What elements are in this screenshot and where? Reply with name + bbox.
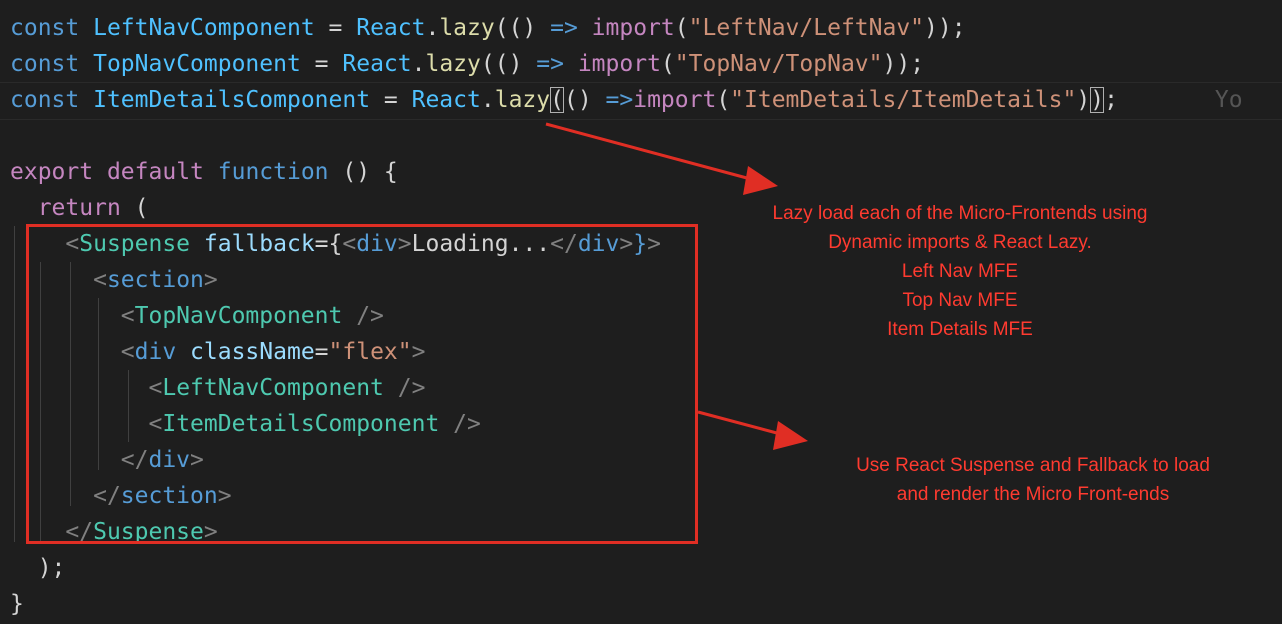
suspense-annotation: Use React Suspense and Fallback to load …: [792, 451, 1274, 509]
lazy-load-annotation: Lazy load each of the Micro-Frontends us…: [700, 199, 1220, 344]
annotation-line: Use React Suspense and Fallback to load: [856, 455, 1210, 476]
annotation-line: Dynamic imports & React Lazy.: [828, 232, 1092, 253]
annotation-line: Top Nav MFE: [902, 290, 1018, 311]
annotation-line: and render the Micro Front-ends: [896, 484, 1170, 505]
arrow-line-suspense: [697, 410, 789, 438]
arrow-head-lazy: [743, 166, 778, 195]
arrow-head-suspense: [773, 421, 808, 450]
annotation-line: Left Nav MFE: [901, 261, 1019, 282]
arrow-line-lazy: [545, 122, 759, 183]
annotation-line: Lazy load each of the Micro-Frontends us…: [772, 203, 1148, 224]
annotation-line: Item Details MFE: [887, 319, 1033, 340]
